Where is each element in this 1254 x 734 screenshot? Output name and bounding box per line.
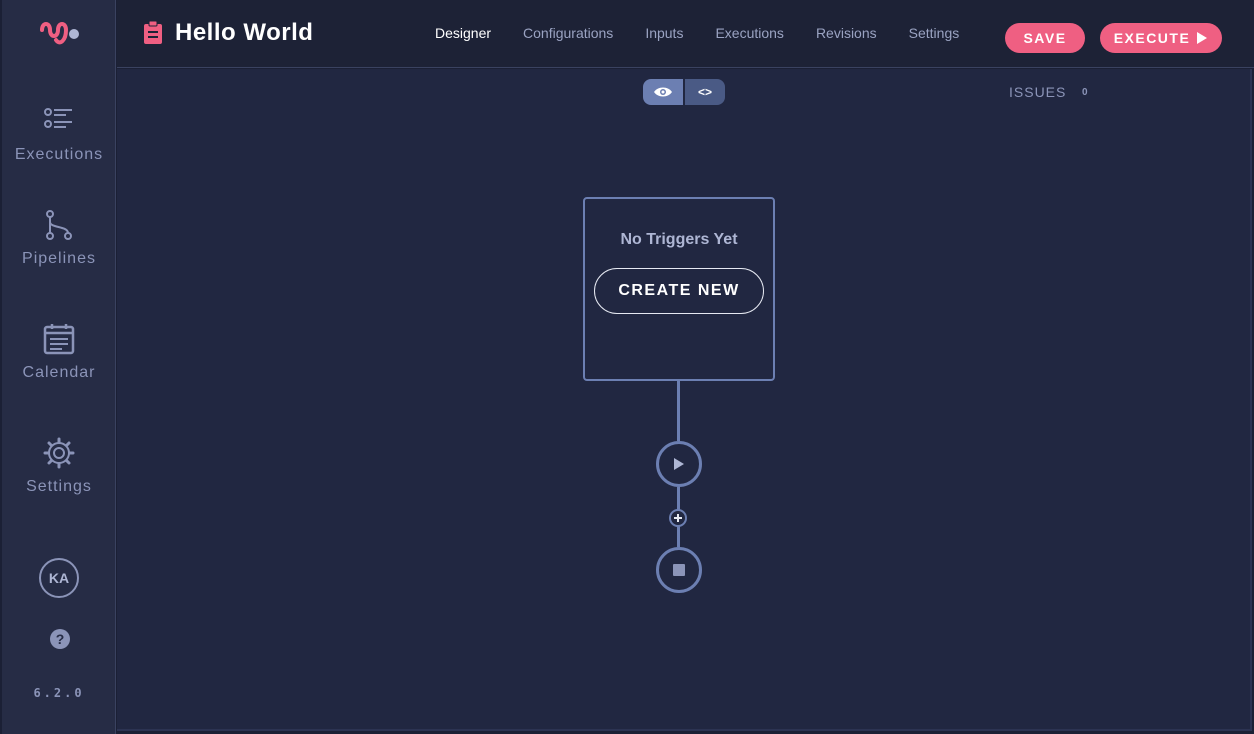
tab-configurations[interactable]: Configurations: [523, 25, 613, 41]
sidebar-item-label: Pipelines: [22, 250, 96, 267]
view-toggle: <>: [643, 79, 725, 105]
issues-label[interactable]: ISSUES: [1009, 84, 1066, 100]
tab-inputs[interactable]: Inputs: [645, 25, 683, 41]
logo-icon[interactable]: [38, 16, 84, 52]
list-icon: [44, 108, 72, 128]
stop-node[interactable]: [656, 547, 702, 593]
execute-label: EXECUTE: [1113, 30, 1191, 46]
sidebar-item-label: Executions: [14, 146, 104, 163]
add-step-button[interactable]: [669, 509, 687, 527]
avatar[interactable]: KA: [39, 558, 79, 598]
sidebar-item-calendar[interactable]: Calendar: [2, 322, 116, 402]
sidebar-item-label: Calendar: [22, 364, 96, 381]
tab-revisions[interactable]: Revisions: [816, 25, 877, 41]
no-triggers-text: No Triggers Yet: [620, 231, 738, 248]
pipeline-icon: [46, 210, 72, 240]
header: Hello World Designer Configurations Inpu…: [117, 0, 1254, 68]
save-button[interactable]: SAVE: [1005, 23, 1085, 53]
gear-icon: [43, 437, 75, 469]
sidebar-item-executions[interactable]: Executions: [2, 104, 116, 184]
tab-executions[interactable]: Executions: [715, 25, 783, 41]
code-view-button[interactable]: <>: [685, 79, 725, 105]
help-icon[interactable]: ?: [49, 628, 71, 650]
start-node[interactable]: [656, 441, 702, 487]
create-new-button[interactable]: CREATE NEW: [594, 268, 764, 314]
sidebar-item-label: Settings: [26, 478, 92, 495]
sidebar: Executions Pipelines Calendar Settings K…: [2, 0, 116, 734]
visual-view-button[interactable]: [643, 79, 683, 105]
trigger-box: No Triggers Yet CREATE NEW: [583, 197, 775, 381]
calendar-icon: [43, 324, 75, 355]
play-icon: [674, 458, 684, 470]
stop-icon: [673, 564, 685, 576]
designer-canvas: <> ISSUES 0 No Triggers Yet CREATE NEW: [117, 69, 1252, 731]
sidebar-item-settings[interactable]: Settings: [2, 436, 116, 516]
connector-line: [677, 381, 680, 441]
tab-settings[interactable]: Settings: [909, 25, 960, 41]
execute-button[interactable]: EXECUTE: [1100, 23, 1222, 53]
sidebar-item-pipelines[interactable]: Pipelines: [2, 208, 116, 288]
svg-text:?: ?: [56, 631, 65, 647]
issues-count: 0: [1082, 87, 1088, 98]
plus-icon: [674, 514, 682, 522]
version-label: 6.2.0: [33, 686, 85, 700]
clipboard-icon: [144, 21, 162, 44]
play-icon: [1197, 32, 1208, 44]
tab-bar: Designer Configurations Inputs Execution…: [435, 25, 991, 41]
tab-designer[interactable]: Designer: [435, 25, 491, 41]
page-title: Hello World: [175, 19, 314, 46]
eye-icon: [654, 87, 672, 97]
